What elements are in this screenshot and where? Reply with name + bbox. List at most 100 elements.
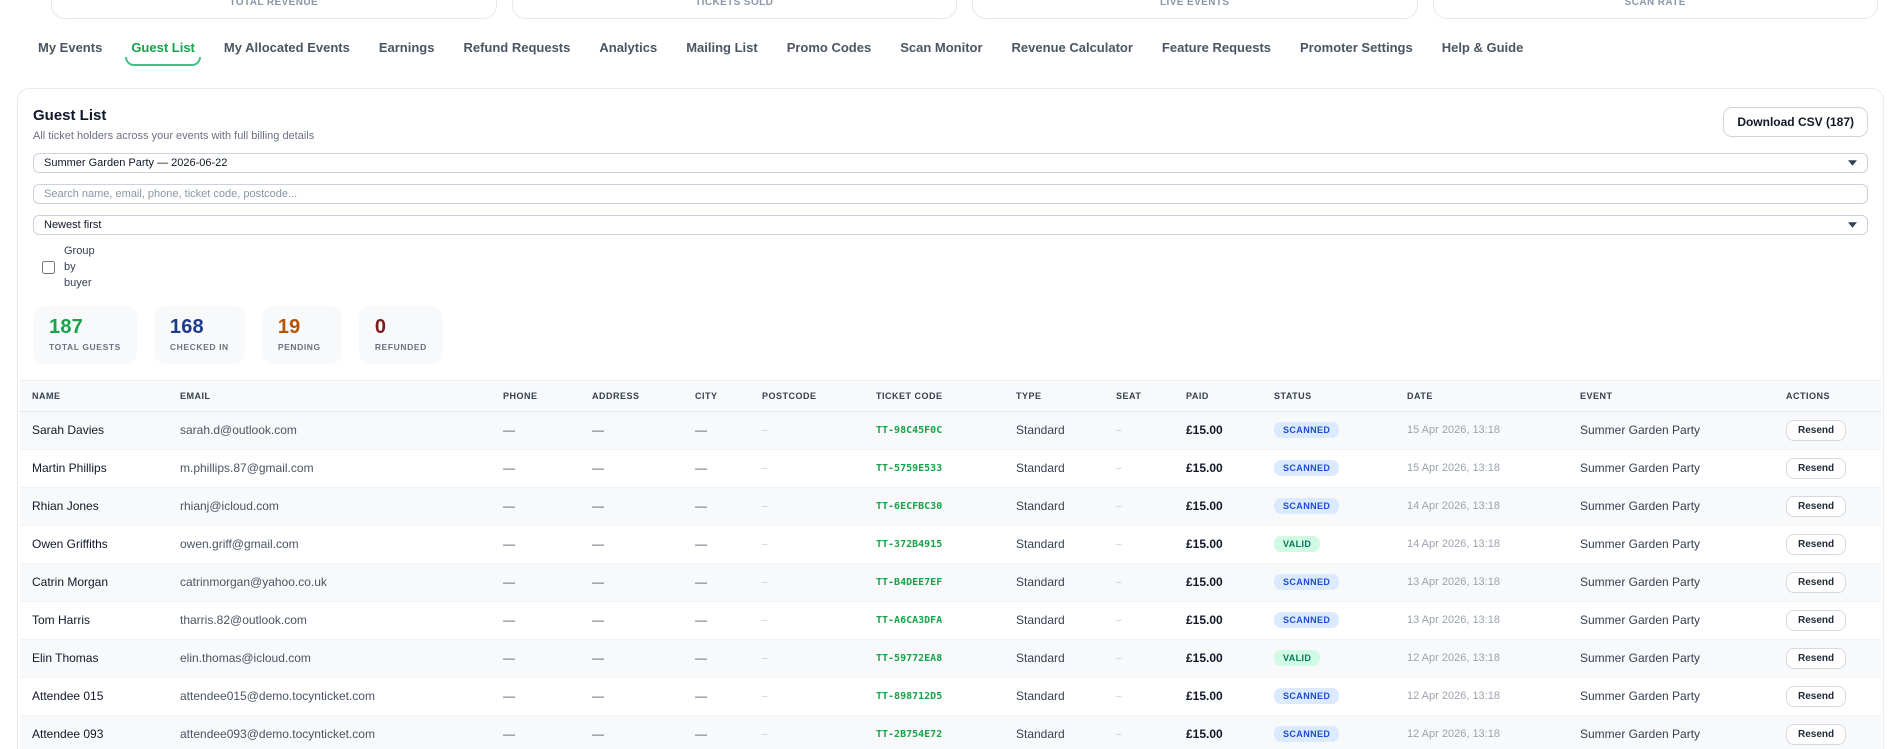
column-header: POSTCODE [750,379,864,412]
panel-header-text: Guest List All ticket holders across you… [33,107,314,142]
cell-name: Attendee 093 [32,727,104,742]
group-by-buyer-row: Group by buyer [42,244,1868,292]
nav-tab[interactable]: Help & Guide [1442,40,1524,57]
cell-ticket-code: TT-98C45F0C [876,424,943,436]
cell-paid: £15.00 [1186,613,1223,628]
column-header: DATE [1395,379,1568,412]
cell-status: SCANNED [1262,411,1395,449]
cell-seat: – [1116,576,1122,588]
nav-tab[interactable]: Analytics [599,40,657,57]
stat-label: PENDING [277,341,321,352]
event-filter-select[interactable]: Summer Garden Party — 2026-06-22 [33,153,1868,173]
cell-name: Attendee 015 [32,689,104,704]
cell-event: Summer Garden Party [1580,461,1701,476]
cell-paid: £15.00 [1186,499,1223,514]
cell-phone: — [503,689,515,704]
nav-tab[interactable]: Mailing List [686,40,758,57]
resend-button[interactable]: Resend [1786,571,1847,593]
cell-city: — [695,651,707,666]
cell-phone: — [503,537,515,552]
cell-actions: Resend [1774,563,1881,601]
cell-status: SCANNED [1262,715,1395,749]
nav-tab[interactable]: Scan Monitor [900,40,982,57]
cell-postcode: – [762,614,768,626]
cell-ticket-code: TT-372B4915 [876,538,943,550]
column-header: TYPE [1004,379,1104,412]
column-header: STATUS [1262,379,1395,412]
cell-city: — [695,499,707,514]
cell-date: 12 Apr 2026, 13:18 [1407,728,1500,741]
download-csv-button[interactable]: Download CSV (187) [1723,107,1868,137]
status-badge: SCANNED [1274,612,1340,629]
resend-button[interactable]: Resend [1786,419,1847,441]
cell-address: — [592,613,604,628]
nav-tab[interactable]: My Allocated Events [224,40,350,57]
cell-actions: Resend [1774,715,1881,749]
nav-tab[interactable]: Earnings [379,40,435,57]
cell-ticket-code: TT-2B754E72 [876,728,943,740]
cell-postcode: – [762,652,768,664]
column-header: PAID [1174,379,1262,412]
cell-paid: £15.00 [1186,461,1223,476]
cell-seat: – [1116,652,1122,664]
resend-button[interactable]: Resend [1786,685,1847,707]
cell-name: Tom Harris [32,613,91,628]
cell-seat: – [1116,462,1122,474]
column-header: ACTIONS [1774,379,1881,412]
cell-status: SCANNED [1262,677,1395,715]
sort-select[interactable]: Newest first [33,215,1868,235]
cell-email: tharris.82@outlook.com [180,613,307,628]
table-row: Sarah Davies sarah.d@outlook.com — — — –… [20,411,1881,450]
resend-button[interactable]: Resend [1786,609,1847,631]
cell-seat: – [1116,538,1122,550]
stat-label: REFUNDED [374,341,427,352]
cell-type: Standard [1016,651,1065,666]
cell-actions: Resend [1774,639,1881,677]
cell-city: — [695,689,707,704]
cell-type: Standard [1016,689,1065,704]
event-filter-value: Summer Garden Party — 2026-06-22 [44,157,228,169]
cell-seat: – [1116,500,1122,512]
nav-tab[interactable]: Promoter Settings [1300,40,1413,57]
search-input[interactable] [33,184,1868,204]
group-by-buyer-checkbox[interactable] [42,261,55,275]
column-header: CITY [683,379,750,412]
stat-card: SCAN RATE [1432,0,1878,19]
nav-tab[interactable]: Guest List [125,40,201,66]
cell-phone: — [503,727,515,742]
cell-status: SCANNED [1262,487,1395,525]
status-badge: VALID [1274,536,1321,553]
resend-button[interactable]: Resend [1786,533,1847,555]
nav-tab[interactable]: Refund Requests [463,40,570,57]
nav-tab[interactable]: Promo Codes [787,40,872,57]
resend-button[interactable]: Resend [1786,457,1847,479]
cell-name: Martin Phillips [32,461,107,476]
cell-address: — [592,537,604,552]
resend-button[interactable]: Resend [1786,647,1847,669]
cell-ticket-code: TT-59772EA8 [876,652,943,664]
nav-tab[interactable]: Revenue Calculator [1012,40,1133,57]
cell-name: Owen Griffiths [32,537,108,552]
cell-name: Sarah Davies [32,423,105,438]
stat-value: 0 [374,315,387,338]
cell-phone: — [503,613,515,628]
cell-event: Summer Garden Party [1580,499,1701,514]
resend-button[interactable]: Resend [1786,723,1847,745]
cell-event: Summer Garden Party [1580,537,1701,552]
nav-tab[interactable]: My Events [38,40,102,57]
cell-status: VALID [1262,639,1395,677]
cell-ticket-code: TT-B4DEE7EF [876,576,943,588]
cell-actions: Resend [1774,487,1881,525]
table-row: Attendee 093 attendee093@demo.tocynticke… [20,715,1881,749]
cell-type: Standard [1016,537,1065,552]
cell-ticket-code: TT-6ECFBC30 [876,500,943,512]
table-row: Attendee 015 attendee015@demo.tocynticke… [20,677,1881,716]
cell-paid: £15.00 [1186,537,1223,552]
cell-date: 15 Apr 2026, 13:18 [1407,424,1500,437]
resend-button[interactable]: Resend [1786,495,1847,517]
nav-tab[interactable]: Feature Requests [1162,40,1271,57]
cell-event: Summer Garden Party [1580,575,1701,590]
cell-email: owen.griff@gmail.com [180,537,299,552]
stat-tile: 168 CHECKED IN [153,305,245,364]
cell-phone: — [503,499,515,514]
